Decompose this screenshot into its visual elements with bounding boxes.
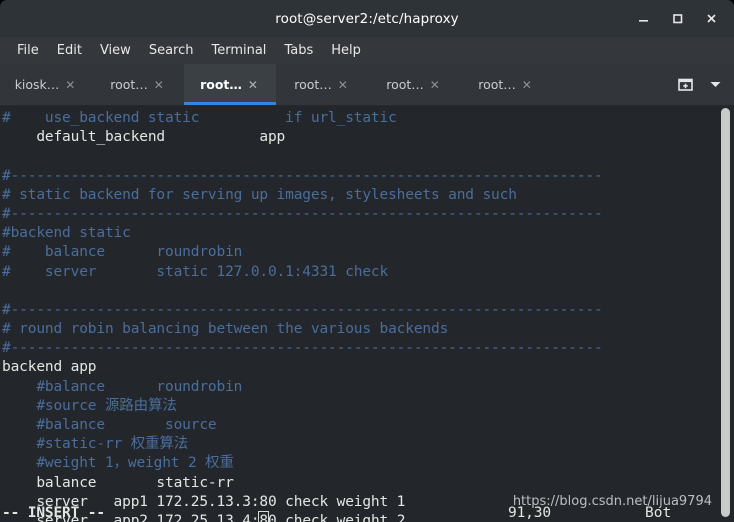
terminal-window: root@server2:/etc/haproxy File Edit View… xyxy=(0,0,734,522)
terminal-line: #---------------------------------------… xyxy=(2,301,718,320)
terminal-text-span: #---------------------------------------… xyxy=(2,205,603,222)
terminal-text-span: # server static 127.0.0.1:4331 check xyxy=(2,263,389,280)
terminal-text-span: #---------------------------------------… xyxy=(2,301,603,318)
terminal-text[interactable]: # use_backend static if url_static defau… xyxy=(0,106,718,522)
new-tab-button[interactable] xyxy=(670,70,700,100)
menu-item-tabs[interactable]: Tabs xyxy=(275,40,322,61)
terminal-text-span: #backend static xyxy=(2,225,131,242)
tab-1[interactable]: root… ✕ xyxy=(92,64,184,105)
minimize-button[interactable] xyxy=(626,4,660,34)
maximize-button[interactable] xyxy=(660,4,694,34)
menu-item-terminal[interactable]: Terminal xyxy=(202,40,275,61)
vim-status-mode: -- INSERT -- xyxy=(2,505,105,521)
terminal-text-span: backend app xyxy=(2,359,97,376)
tab-close-icon[interactable]: ✕ xyxy=(246,79,260,91)
tab-bar-actions xyxy=(670,64,734,105)
menu-item-file[interactable]: File xyxy=(8,40,48,61)
vim-status-scroll: Bot xyxy=(645,505,672,521)
tab-label: root… xyxy=(110,77,148,92)
tab-label: kiosk… xyxy=(14,77,60,92)
terminal-text-span: #---------------------------------------… xyxy=(2,167,603,184)
terminal-line: default_backend app xyxy=(2,128,718,147)
terminal-text-span: # static backend for serving up images, … xyxy=(2,186,517,203)
menu-item-search[interactable]: Search xyxy=(140,40,203,61)
terminal-line: balance static-rr xyxy=(2,474,718,493)
tab-0[interactable]: kiosk… ✕ xyxy=(0,64,92,105)
terminal-line: # use_backend static if url_static xyxy=(2,109,718,128)
tab-label: root… xyxy=(200,77,242,92)
chevron-down-icon xyxy=(710,82,720,87)
terminal-line: #backend static xyxy=(2,224,718,243)
tab-label: root… xyxy=(386,77,424,92)
terminal-text-span: #source 源路由算法 xyxy=(2,397,177,414)
menu-item-view[interactable]: View xyxy=(91,40,140,61)
terminal-scrollbar[interactable] xyxy=(718,106,734,522)
scrollbar-thumb[interactable] xyxy=(721,108,730,517)
tab-close-icon[interactable]: ✕ xyxy=(520,79,534,91)
terminal-line: #source 源路由算法 xyxy=(2,397,718,416)
terminal-line: #static-rr 权重算法 xyxy=(2,435,718,454)
terminal-text-span: # round robin balancing between the vari… xyxy=(2,321,449,338)
terminal-text-span: #weight 1，weight 2 权重 xyxy=(2,455,234,472)
tab-bar: kiosk… ✕ root… ✕ root… ✕ root… ✕ root… ✕… xyxy=(0,64,734,106)
maximize-icon xyxy=(672,14,682,24)
terminal-text-span: # balance roundrobin xyxy=(2,244,243,261)
terminal-line: #balance source xyxy=(2,416,718,435)
terminal-line: # round robin balancing between the vari… xyxy=(2,320,718,339)
close-icon xyxy=(706,14,716,23)
terminal-text-span: default_backend app xyxy=(2,129,286,146)
tab-4[interactable]: root… ✕ xyxy=(368,64,460,105)
tab-close-icon[interactable]: ✕ xyxy=(428,79,442,91)
tab-list-button[interactable] xyxy=(702,70,728,100)
title-bar[interactable]: root@server2:/etc/haproxy xyxy=(0,0,734,37)
terminal-line: # static backend for serving up images, … xyxy=(2,186,718,205)
window-title: root@server2:/etc/haproxy xyxy=(275,10,459,27)
menu-item-help[interactable]: Help xyxy=(322,40,370,61)
terminal-line: # server static 127.0.0.1:4331 check xyxy=(2,263,718,282)
tab-close-icon[interactable]: ✕ xyxy=(63,79,77,91)
tab-3[interactable]: root… ✕ xyxy=(276,64,368,105)
window-controls xyxy=(626,0,728,37)
menu-bar: File Edit View Search Terminal Tabs Help xyxy=(0,37,734,64)
terminal-content-area[interactable]: # use_backend static if url_static defau… xyxy=(0,106,734,522)
minimize-icon xyxy=(638,20,648,22)
terminal-text-span: #balance source xyxy=(2,417,217,433)
terminal-text-span: #static-rr 权重算法 xyxy=(2,436,189,453)
menu-item-edit[interactable]: Edit xyxy=(48,40,91,61)
terminal-text-span: # use_backend static if url_static xyxy=(2,110,397,126)
tab-close-icon[interactable]: ✕ xyxy=(152,79,166,91)
tab-2[interactable]: root… ✕ xyxy=(184,64,276,105)
terminal-text-span: #---------------------------------------… xyxy=(2,340,603,357)
close-button[interactable] xyxy=(694,4,728,34)
terminal-line: # balance roundrobin xyxy=(2,243,718,262)
tab-5[interactable]: root… ✕ xyxy=(460,64,552,105)
terminal-line: #balance roundrobin xyxy=(2,378,718,397)
terminal-line: #---------------------------------------… xyxy=(2,167,718,186)
terminal-line: #weight 1，weight 2 权重 xyxy=(2,454,718,473)
terminal-line: #---------------------------------------… xyxy=(2,205,718,224)
tab-label: root… xyxy=(478,77,516,92)
terminal-line: #---------------------------------------… xyxy=(2,339,718,358)
tab-label: root… xyxy=(294,77,332,92)
terminal-line: backend app xyxy=(2,358,718,377)
terminal-text-span: #balance roundrobin xyxy=(2,378,243,395)
tab-close-icon[interactable]: ✕ xyxy=(336,79,350,91)
terminal-text-span: balance static-rr xyxy=(2,474,234,491)
vim-status-position: 91,30 xyxy=(508,505,551,521)
new-terminal-tab-icon xyxy=(677,78,693,91)
